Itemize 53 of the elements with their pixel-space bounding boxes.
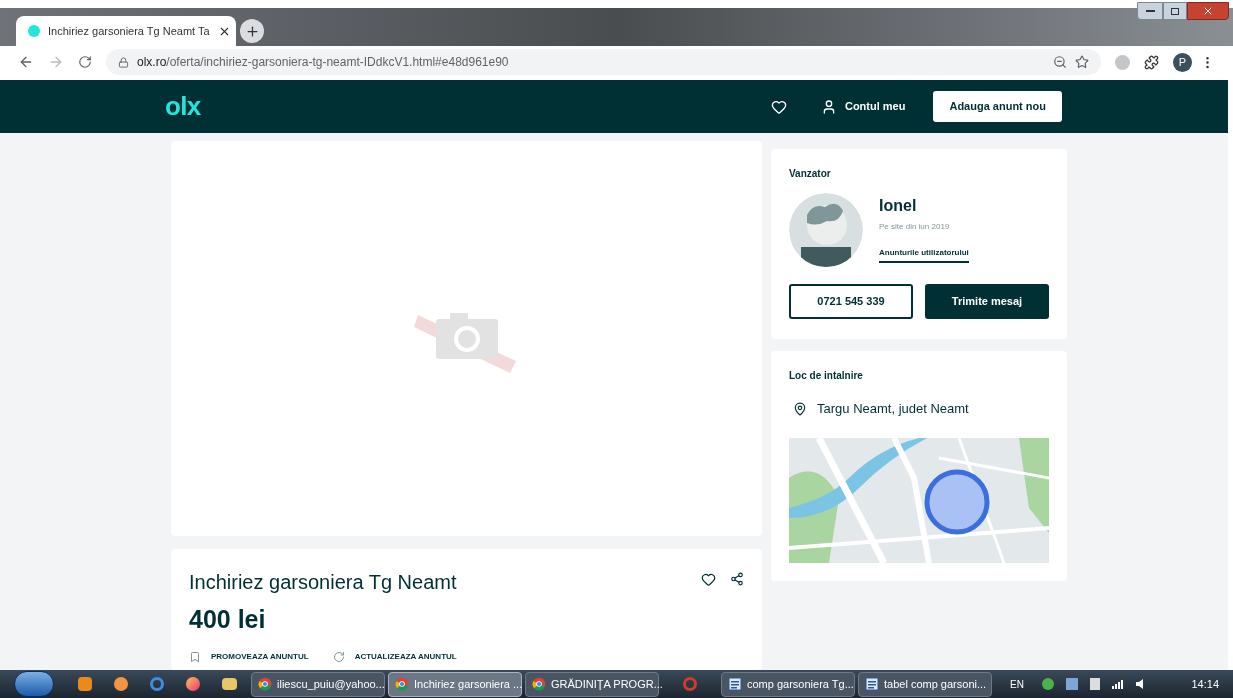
volume-icon[interactable] (1135, 679, 1144, 689)
member-since: Pe site din iun 2019 (879, 221, 951, 233)
profile-avatar[interactable]: P (1173, 52, 1192, 72)
section-title: Vanzator (789, 167, 832, 181)
avatar-icon (789, 193, 863, 267)
close-icon (1202, 5, 1214, 17)
price: 400 lei (189, 604, 267, 635)
user-ads-link[interactable]: Anunturile utilizatorului (879, 247, 969, 263)
taskbar-button[interactable]: iliescu_puiu@yahoo... (251, 671, 385, 697)
chrome-icon (258, 677, 272, 691)
reload-icon[interactable] (78, 55, 92, 69)
location-pin-icon (793, 401, 807, 416)
document-icon (865, 677, 879, 691)
star-icon[interactable] (1075, 55, 1089, 69)
address-field[interactable]: olx.ro/oferta/inchiriez-garsoniera-tg-neamt-IDdkcV1.html#e48d961e90 (106, 49, 1101, 75)
back-icon[interactable] (18, 54, 34, 70)
chrome-icon (395, 677, 409, 691)
favorites-icon[interactable] (770, 98, 787, 115)
chrome-icon (532, 677, 546, 691)
start-button[interactable] (14, 671, 54, 697)
url-text: olx.ro/oferta/inchiriez-garsoniera-tg-neamt-IDdkcV1.html#e48d961e90 (137, 54, 509, 71)
signal-icon[interactable] (1111, 679, 1124, 689)
phone-button[interactable]: 0721 545 339 (789, 284, 913, 319)
clock[interactable]: 14:14 (1191, 675, 1219, 693)
taskbar-button[interactable]: comp garsoniera Tg... (721, 671, 855, 697)
zoom-icon[interactable] (1053, 55, 1067, 69)
favorite-icon[interactable] (701, 572, 716, 587)
new-tab-button[interactable] (240, 19, 264, 43)
taskbar-button[interactable]: tabel comp garsoni... (858, 671, 992, 697)
favicon-icon (28, 25, 40, 37)
section-title: Loc de intalnire (789, 369, 864, 383)
site-logo[interactable]: olx (165, 87, 201, 126)
language-indicator[interactable]: EN (1010, 676, 1024, 692)
maximize-button[interactable] (1163, 2, 1187, 20)
extensions-icon[interactable] (1144, 54, 1159, 70)
lock-icon (118, 56, 129, 68)
post-ad-button[interactable]: Adauga anunt nou (933, 91, 1062, 122)
minimize-button[interactable] (1137, 2, 1163, 20)
document-icon (728, 677, 742, 691)
account-link[interactable]: Contul meu (844, 98, 906, 115)
seller-name: Ionel (879, 196, 918, 216)
listing-action-link[interactable]: PROMOVEAZA ANUNTUL (189, 650, 309, 663)
bookmark-icon (189, 650, 201, 663)
browser-tab[interactable]: Inchiriez garsoniera Tg Neamt Ta (16, 16, 236, 46)
taskbar-button[interactable]: Inchiriez garsoniera ... (388, 671, 522, 697)
listing-action-link[interactable]: ACTUALIZEAZA ANUNTUL (332, 650, 457, 663)
send-message-button[interactable]: Trimite mesaj (925, 284, 1049, 319)
tab-title: Inchiriez garsoniera Tg Neamt Ta (48, 23, 210, 39)
share-icon[interactable] (730, 572, 744, 586)
location-text: Targu Neamt, judet Neamt (817, 400, 969, 418)
listing-title: Inchiriez garsoniera Tg Neamt (189, 570, 457, 595)
refresh-icon (332, 650, 345, 663)
plus-icon (244, 23, 260, 39)
